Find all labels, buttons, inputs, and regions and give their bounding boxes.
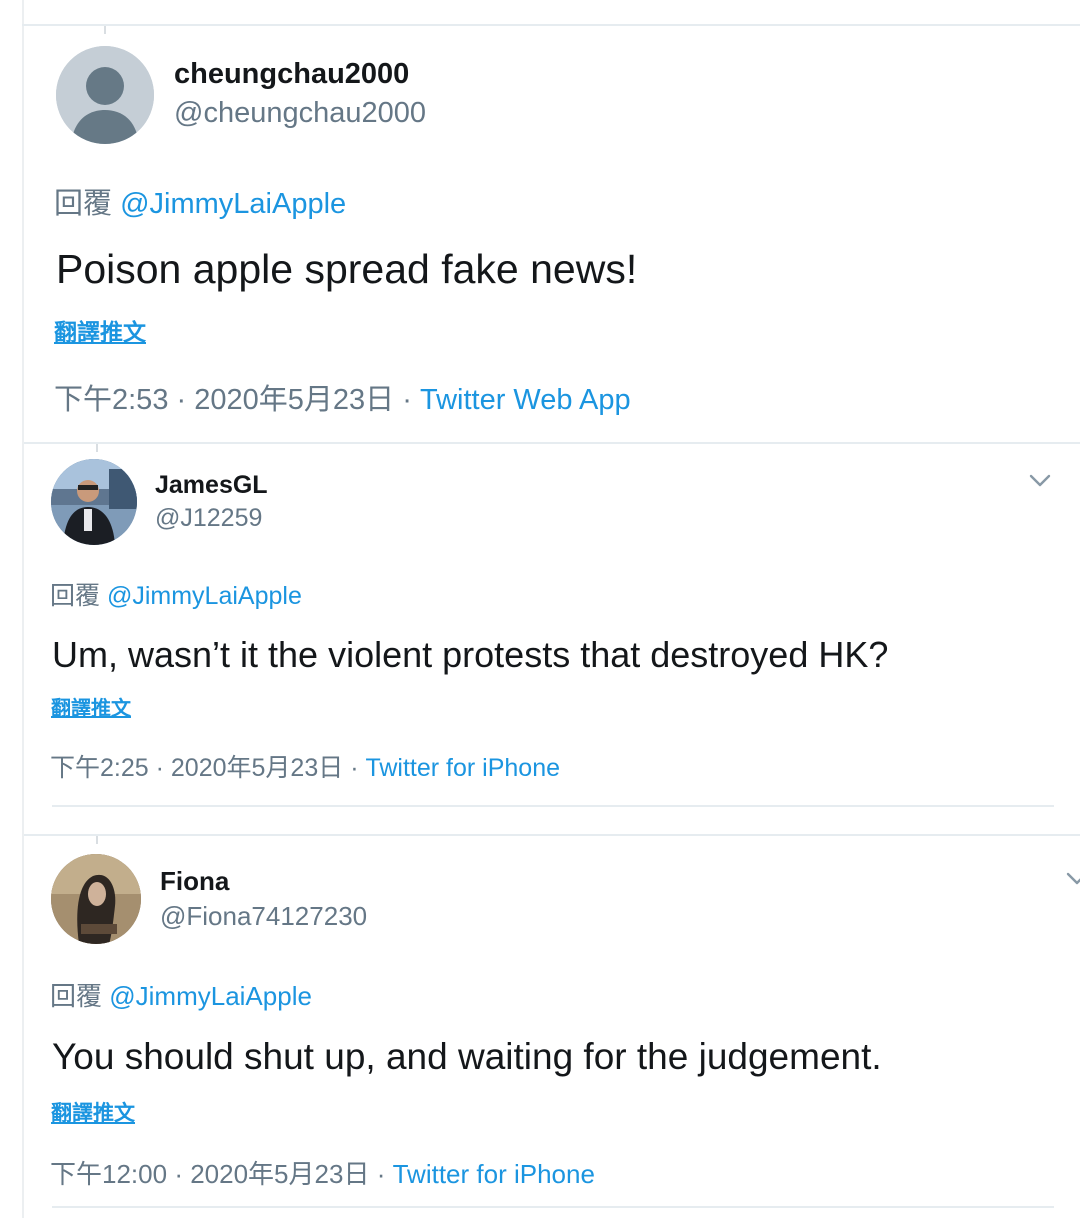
- chevron-down-icon[interactable]: [1066, 872, 1080, 886]
- reply-context: 回覆 @JimmyLaiApple: [50, 976, 312, 1013]
- tweet-card[interactable]: Fiona @Fiona74127230 回覆 @JimmyLaiApple Y…: [24, 836, 1080, 1218]
- reply-mention-link[interactable]: @JimmyLaiApple: [120, 188, 346, 220]
- tweet-divider: [52, 1206, 1054, 1208]
- display-name[interactable]: Fiona: [160, 866, 229, 897]
- user-handle[interactable]: @J12259: [155, 504, 262, 533]
- chevron-down-icon[interactable]: [1029, 474, 1051, 488]
- translate-tweet-link[interactable]: 翻譯推文: [54, 313, 146, 347]
- translate-tweet-link[interactable]: 翻譯推文: [51, 1097, 135, 1127]
- tweet-date[interactable]: 2020年5月23日: [171, 754, 343, 782]
- reply-prefix: 回覆: [50, 981, 103, 1011]
- default-avatar-icon[interactable]: [56, 46, 154, 144]
- reply-prefix: 回覆: [54, 188, 113, 220]
- reply-mention-link[interactable]: @JimmyLaiApple: [107, 582, 302, 610]
- tweet-date[interactable]: 2020年5月23日: [190, 1159, 369, 1189]
- tweet-source-link[interactable]: Twitter for iPhone: [393, 1159, 595, 1189]
- tweet-time[interactable]: 下午2:53: [54, 384, 168, 416]
- tweet-meta: 下午12:00 · 2020年5月23日 · Twitter for iPhon…: [50, 1154, 595, 1191]
- reply-feed: cheungchau2000 @cheungchau2000 回覆 @Jimmy…: [0, 0, 1080, 1218]
- meta-separator: ·: [155, 754, 164, 782]
- reply-prefix: 回覆: [50, 582, 101, 610]
- tweet-meta: 下午2:53 · 2020年5月23日 · Twitter Web App: [54, 376, 631, 418]
- tweet-text: Poison apple spread fake news!: [56, 246, 638, 292]
- display-name[interactable]: JamesGL: [155, 471, 268, 500]
- thread-tick: [96, 836, 98, 844]
- display-name[interactable]: cheungchau2000: [174, 58, 409, 91]
- translate-tweet-link[interactable]: 翻譯推文: [51, 692, 131, 721]
- tweet-time[interactable]: 下午2:25: [50, 754, 149, 782]
- meta-separator: ·: [376, 1159, 386, 1189]
- reply-context: 回覆 @JimmyLaiApple: [50, 576, 302, 612]
- meta-separator: ·: [176, 384, 187, 416]
- user-photo-avatar[interactable]: [51, 459, 137, 545]
- tweet-source-link[interactable]: Twitter for iPhone: [365, 754, 560, 782]
- reply-context: 回覆 @JimmyLaiApple: [54, 180, 346, 222]
- tweet-text: Um, wasn’t it the violent protests that …: [52, 634, 889, 675]
- tweet-date[interactable]: 2020年5月23日: [194, 384, 394, 416]
- tweet-card[interactable]: cheungchau2000 @cheungchau2000 回覆 @Jimmy…: [24, 26, 1080, 444]
- meta-separator: ·: [402, 384, 412, 416]
- user-handle[interactable]: @Fiona74127230: [160, 901, 367, 932]
- tweet-card[interactable]: JamesGL @J12259 回覆 @JimmyLaiApple Um, wa…: [24, 444, 1080, 806]
- meta-separator: ·: [174, 1159, 183, 1189]
- tweet-time[interactable]: 下午12:00: [50, 1159, 167, 1189]
- thread-tick: [96, 444, 98, 452]
- tweet-source-link[interactable]: Twitter Web App: [420, 384, 631, 416]
- meta-separator: ·: [350, 754, 359, 782]
- user-handle[interactable]: @cheungchau2000: [174, 97, 426, 130]
- tweet-divider: [52, 805, 1054, 807]
- user-photo-avatar[interactable]: [51, 854, 141, 944]
- reply-mention-link[interactable]: @JimmyLaiApple: [109, 981, 312, 1011]
- tweet-text: You should shut up, and waiting for the …: [52, 1036, 882, 1077]
- thread-tick: [104, 26, 106, 34]
- tweet-meta: 下午2:25 · 2020年5月23日 · Twitter for iPhone: [50, 748, 560, 784]
